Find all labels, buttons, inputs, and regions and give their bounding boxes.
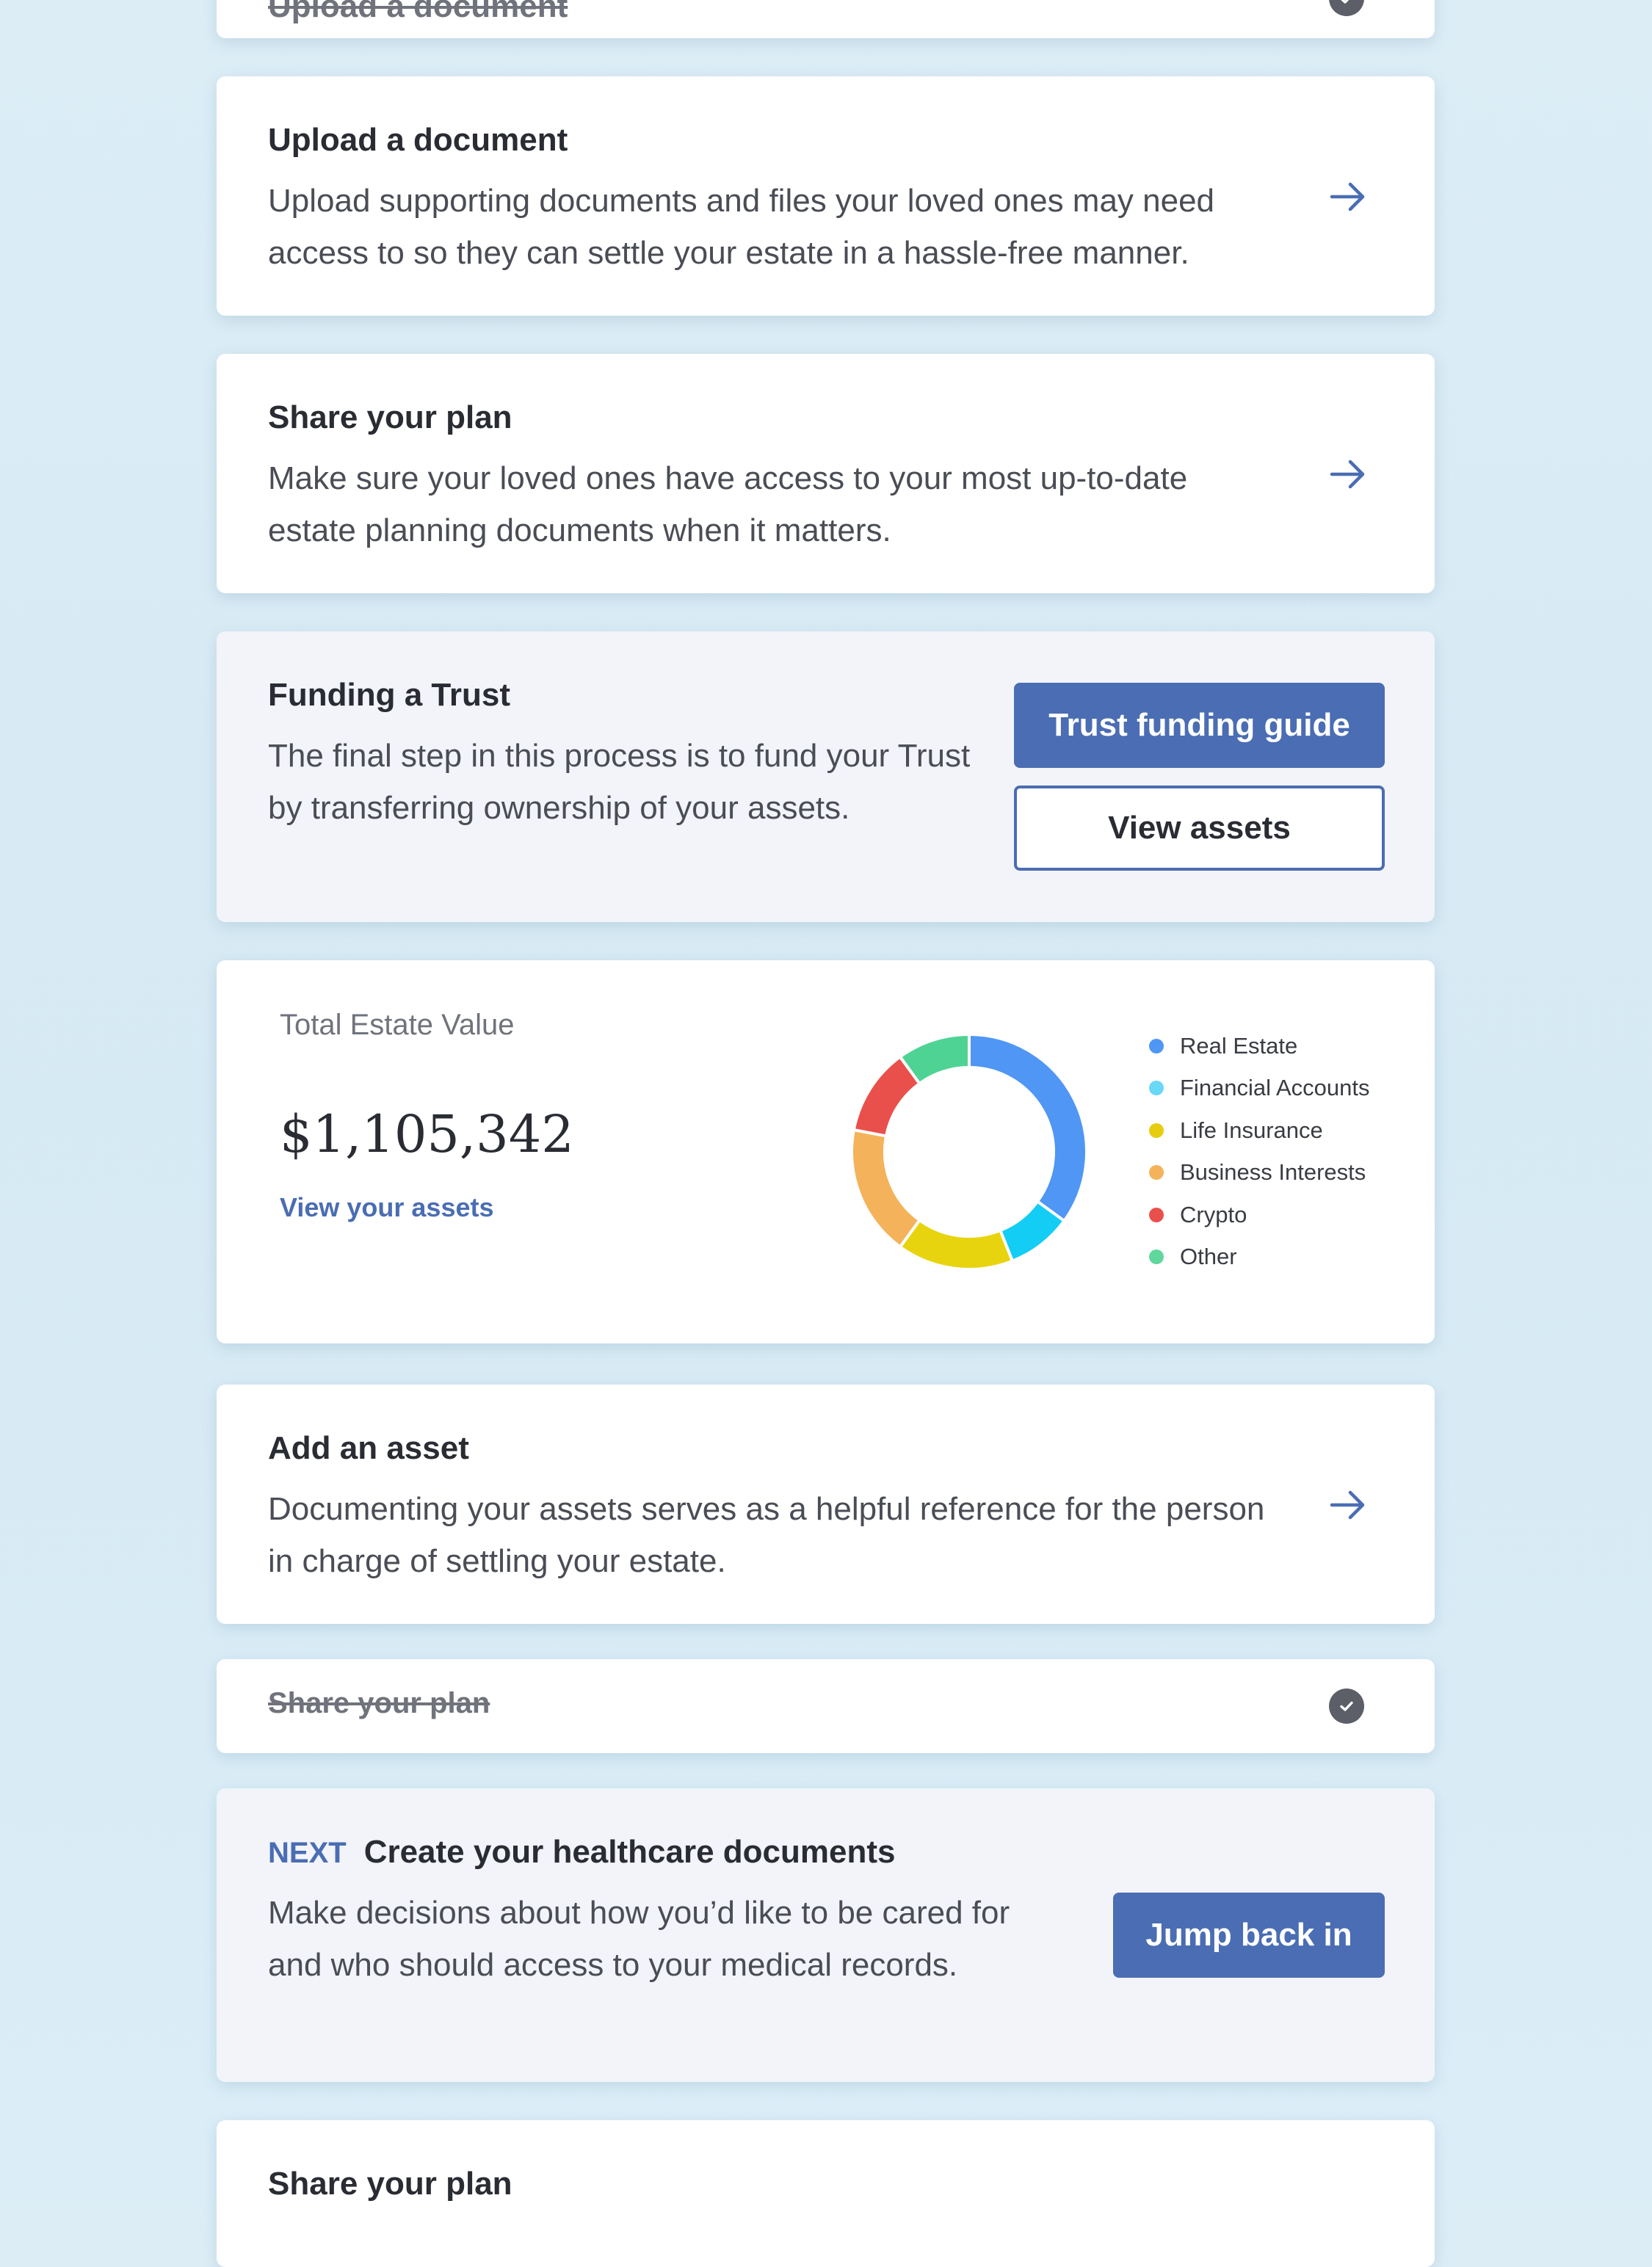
task-card-share-plan-bottom[interactable]: Share your plan <box>217 2120 1435 2267</box>
estate-value-amount: $1,105,342 <box>280 1104 574 1164</box>
card-description: Upload supporting documents and files yo… <box>268 183 1215 271</box>
legend-dot <box>1149 1081 1164 1096</box>
jump-back-in-button[interactable]: Jump back in <box>1113 1893 1385 1978</box>
completed-task-title: Share your plan <box>268 1687 490 1719</box>
estate-allocation-donut-chart <box>852 1034 1087 1269</box>
chart-legend: Real Estate Financial Accounts Life Insura… <box>1149 1025 1369 1278</box>
trust-funding-guide-button[interactable]: Trust funding guide <box>1014 683 1385 768</box>
arrow-right-icon[interactable] <box>1326 452 1370 496</box>
legend-label: Business Interests <box>1180 1159 1366 1186</box>
donut-slice-real-estate <box>968 1034 1087 1223</box>
card-description: Make sure your loved ones have access to… <box>268 460 1188 548</box>
legend-dot <box>1149 1249 1164 1265</box>
legend-label: Life Insurance <box>1180 1117 1323 1143</box>
legend-item: Business Interests <box>1149 1152 1369 1194</box>
next-tag: NEXT <box>268 1837 347 1869</box>
legend-item: Crypto <box>1149 1194 1369 1236</box>
card-title: Upload a document <box>268 122 568 158</box>
legend-label: Crypto <box>1180 1201 1247 1227</box>
donut-slice-business-interests <box>852 1128 922 1249</box>
card-title: Add an asset <box>268 1430 469 1466</box>
arrow-right-icon[interactable] <box>1326 1483 1370 1527</box>
legend-dot <box>1149 1165 1164 1180</box>
card-title-text: Create your healthcare documents <box>363 1834 896 1870</box>
card-description: Make decisions about how you’d like to b… <box>268 1895 1010 1983</box>
card-title: Share your plan <box>268 399 512 435</box>
donut-slice-life-insurance <box>898 1218 1015 1269</box>
card-description: The final step in this process is to fun… <box>268 738 971 826</box>
task-card-add-asset[interactable]: Add an asset Documenting your assets ser… <box>217 1385 1435 1624</box>
completed-task-share-plan[interactable]: Share your plan <box>217 1659 1435 1753</box>
view-your-assets-link[interactable]: View your assets <box>280 1192 494 1223</box>
legend-label: Real Estate <box>1180 1032 1298 1059</box>
legend-label: Financial Accounts <box>1180 1075 1370 1101</box>
legend-item: Real Estate <box>1149 1025 1369 1067</box>
check-circle-icon <box>1329 0 1364 16</box>
completed-task-upload-document[interactable]: Upload a document <box>217 0 1435 38</box>
card-title: Share your plan <box>268 2166 512 2202</box>
card-description: Documenting your assets serves as a help… <box>268 1491 1265 1579</box>
next-task-healthcare: NEXT Create your healthcare documents Mak… <box>217 1788 1435 2082</box>
legend-dot <box>1149 1038 1164 1053</box>
task-card-funding-trust: Funding a Trust The final step in this p… <box>217 631 1435 922</box>
legend-dot <box>1149 1207 1164 1222</box>
legend-item: Other <box>1149 1236 1369 1279</box>
check-circle-icon <box>1329 1689 1364 1724</box>
arrow-right-icon[interactable] <box>1326 175 1370 219</box>
legend-item: Financial Accounts <box>1149 1067 1369 1110</box>
estate-value-label: Total Estate Value <box>280 1009 515 1041</box>
legend-dot <box>1149 1122 1164 1138</box>
view-assets-button[interactable]: View assets <box>1014 786 1385 871</box>
legend-item: Life Insurance <box>1149 1109 1369 1152</box>
card-title: Funding a Trust <box>268 677 510 713</box>
completed-task-title: Upload a document <box>268 0 568 24</box>
task-card-upload-document[interactable]: Upload a document Upload supporting docu… <box>217 76 1435 316</box>
estate-value-card: Total Estate Value $1,105,342 View your … <box>217 960 1435 1343</box>
task-card-share-plan[interactable]: Share your plan Make sure your loved one… <box>217 354 1435 593</box>
legend-label: Other <box>1180 1244 1237 1270</box>
card-title: NEXT Create your healthcare documents <box>268 1834 895 1871</box>
